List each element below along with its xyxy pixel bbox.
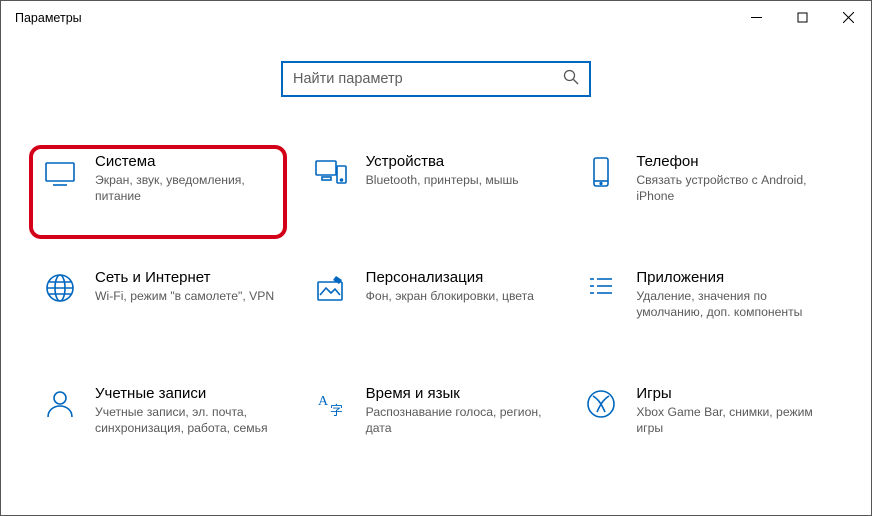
devices-icon bbox=[314, 155, 348, 189]
paint-icon bbox=[314, 271, 348, 305]
xbox-icon bbox=[584, 387, 618, 421]
window-title: Параметры bbox=[15, 11, 82, 25]
tile-title: Сеть и Интернет bbox=[95, 269, 288, 286]
search-icon bbox=[563, 69, 579, 90]
tile-title: Время и язык bbox=[366, 385, 559, 402]
phone-icon bbox=[584, 155, 618, 189]
svg-text:A: A bbox=[318, 394, 329, 409]
display-icon bbox=[43, 155, 77, 189]
language-icon: A字 bbox=[314, 387, 348, 421]
person-icon bbox=[43, 387, 77, 421]
tile-desc: Учетные записи, эл. почта, синхронизация… bbox=[95, 404, 288, 437]
tile-accounts[interactable]: Учетные записи Учетные записи, эл. почта… bbox=[41, 381, 290, 441]
maximize-button[interactable] bbox=[779, 1, 825, 33]
tile-network[interactable]: Сеть и Интернет Wi-Fi, режим "в самолете… bbox=[41, 265, 290, 325]
window-controls bbox=[733, 1, 871, 33]
tile-title: Система bbox=[95, 153, 288, 170]
svg-text:字: 字 bbox=[330, 403, 343, 418]
tile-desc: Xbox Game Bar, снимки, режим игры bbox=[636, 404, 829, 437]
tile-time-language[interactable]: A字 Время и язык Распознавание голоса, ре… bbox=[312, 381, 561, 441]
tile-system[interactable]: Система Экран, звук, уведомления, питани… bbox=[41, 149, 290, 209]
tile-title: Учетные записи bbox=[95, 385, 288, 402]
tile-gaming[interactable]: Игры Xbox Game Bar, снимки, режим игры bbox=[582, 381, 831, 441]
tile-desc: Связать устройство с Android, iPhone bbox=[636, 172, 829, 205]
tile-title: Игры bbox=[636, 385, 829, 402]
tile-desc: Фон, экран блокировки, цвета bbox=[366, 288, 559, 304]
tile-title: Телефон bbox=[636, 153, 829, 170]
tile-phone[interactable]: Телефон Связать устройство с Android, iP… bbox=[582, 149, 831, 209]
tile-title: Устройства bbox=[366, 153, 559, 170]
close-button[interactable] bbox=[825, 1, 871, 33]
tile-apps[interactable]: Приложения Удаление, значения по умолчан… bbox=[582, 265, 831, 325]
apps-icon bbox=[584, 271, 618, 305]
tile-desc: Wi-Fi, режим "в самолете", VPN bbox=[95, 288, 288, 304]
tile-desc: Удаление, значения по умолчанию, доп. ко… bbox=[636, 288, 829, 321]
tile-title: Приложения bbox=[636, 269, 829, 286]
tile-devices[interactable]: Устройства Bluetooth, принтеры, мышь bbox=[312, 149, 561, 209]
tile-desc: Bluetooth, принтеры, мышь bbox=[366, 172, 559, 188]
tile-personalization[interactable]: Персонализация Фон, экран блокировки, цв… bbox=[312, 265, 561, 325]
search-input[interactable] bbox=[293, 71, 563, 87]
tile-desc: Распознавание голоса, регион, дата bbox=[366, 404, 559, 437]
tile-title: Персонализация bbox=[366, 269, 559, 286]
search-box[interactable] bbox=[281, 61, 591, 97]
globe-icon bbox=[43, 271, 77, 305]
minimize-button[interactable] bbox=[733, 1, 779, 33]
settings-grid: Система Экран, звук, уведомления, питани… bbox=[41, 149, 831, 441]
tile-desc: Экран, звук, уведомления, питание bbox=[95, 172, 288, 205]
